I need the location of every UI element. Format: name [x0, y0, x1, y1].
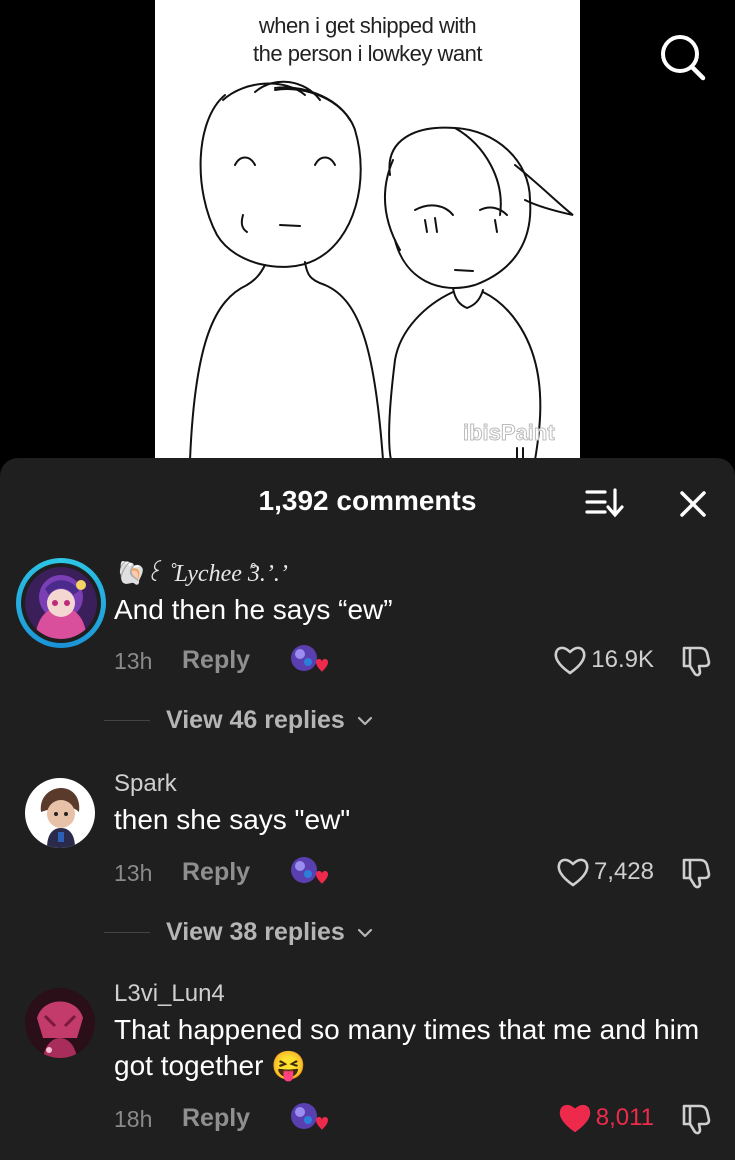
heart-filled-icon: [559, 1104, 590, 1132]
meme-image: when i get shipped with the person i low…: [155, 0, 580, 470]
comment-username[interactable]: L3vi_Lun4: [114, 980, 225, 1008]
close-icon[interactable]: [675, 486, 711, 522]
view-replies-label: View 46 replies: [166, 706, 345, 734]
comment-item: L3vi_Lun4 That happened so many times th…: [0, 980, 735, 1160]
watermark-text: ibisPaint: [463, 420, 556, 446]
comment-time: 13h: [114, 860, 153, 886]
comment-item: Spark then she says "ew" 13h Reply 7,428: [0, 770, 735, 970]
like-count: 8,011: [595, 1104, 654, 1131]
like-count: 16.9K: [591, 646, 654, 673]
like-button[interactable]: 16.9K: [553, 644, 654, 676]
avatar[interactable]: [16, 558, 106, 648]
comment-username[interactable]: 🐚꒰ ̊ Lychee ̊3.’.’: [114, 560, 288, 588]
replies-divider: [104, 720, 150, 721]
comment-username[interactable]: Spark: [114, 770, 177, 798]
chevron-down-icon: [357, 928, 373, 938]
view-replies-button[interactable]: View 46 replies: [104, 706, 504, 736]
avatar-image: [25, 988, 95, 1058]
meme-drawing: [189, 80, 574, 470]
heart-outline-icon: [557, 858, 589, 887]
view-replies-label: View 38 replies: [166, 918, 345, 946]
comment-text: That happened so many times that me and …: [114, 1014, 700, 1081]
meme-caption: when i get shipped with the person i low…: [253, 13, 482, 66]
sticker-reaction-icon[interactable]: [288, 1100, 328, 1136]
heart-outline-icon: [554, 646, 586, 675]
avatar-image: [25, 778, 95, 848]
replies-divider: [104, 932, 150, 933]
avatar-image: [25, 567, 97, 639]
like-button[interactable]: 7,428: [556, 856, 654, 888]
video-player[interactable]: when i get shipped with the person i low…: [0, 0, 735, 470]
like-count: 7,428: [593, 858, 654, 885]
comments-sheet: 1,392 comments 🐚꒰ ̊ Lychee ̊3.’.’ And th…: [0, 458, 735, 1160]
sticker-reaction-icon[interactable]: [288, 854, 328, 890]
reply-button[interactable]: Reply: [182, 858, 250, 887]
chevron-down-icon: [357, 716, 373, 726]
comment-time: 18h: [114, 1106, 153, 1132]
dislike-icon[interactable]: [678, 1102, 712, 1136]
avatar[interactable]: [25, 988, 95, 1058]
reply-button[interactable]: Reply: [182, 646, 250, 675]
search-icon[interactable]: [655, 30, 711, 86]
view-replies-button[interactable]: View 38 replies: [104, 918, 504, 948]
sort-icon[interactable]: [583, 486, 627, 520]
comment-meta: 13h Reply 7,428: [114, 854, 714, 894]
comment-item: 🐚꒰ ̊ Lychee ̊3.’.’ And then he says “ew”…: [0, 558, 735, 788]
comment-text: And then he says “ew”: [114, 594, 393, 625]
comments-header: 1,392 comments: [0, 484, 735, 524]
sticker-reaction-icon[interactable]: [288, 642, 328, 678]
reply-button[interactable]: Reply: [182, 1104, 250, 1133]
dislike-icon[interactable]: [678, 856, 712, 890]
like-button[interactable]: 8,011: [558, 1102, 654, 1134]
comment-time: 13h: [114, 648, 153, 674]
comment-meta: 18h Reply 8,011: [114, 1100, 714, 1140]
comment-meta: 13h Reply 16.9K: [114, 642, 714, 682]
dislike-icon[interactable]: [678, 644, 712, 678]
avatar[interactable]: [25, 778, 95, 848]
comment-text: then she says "ew": [114, 804, 351, 835]
